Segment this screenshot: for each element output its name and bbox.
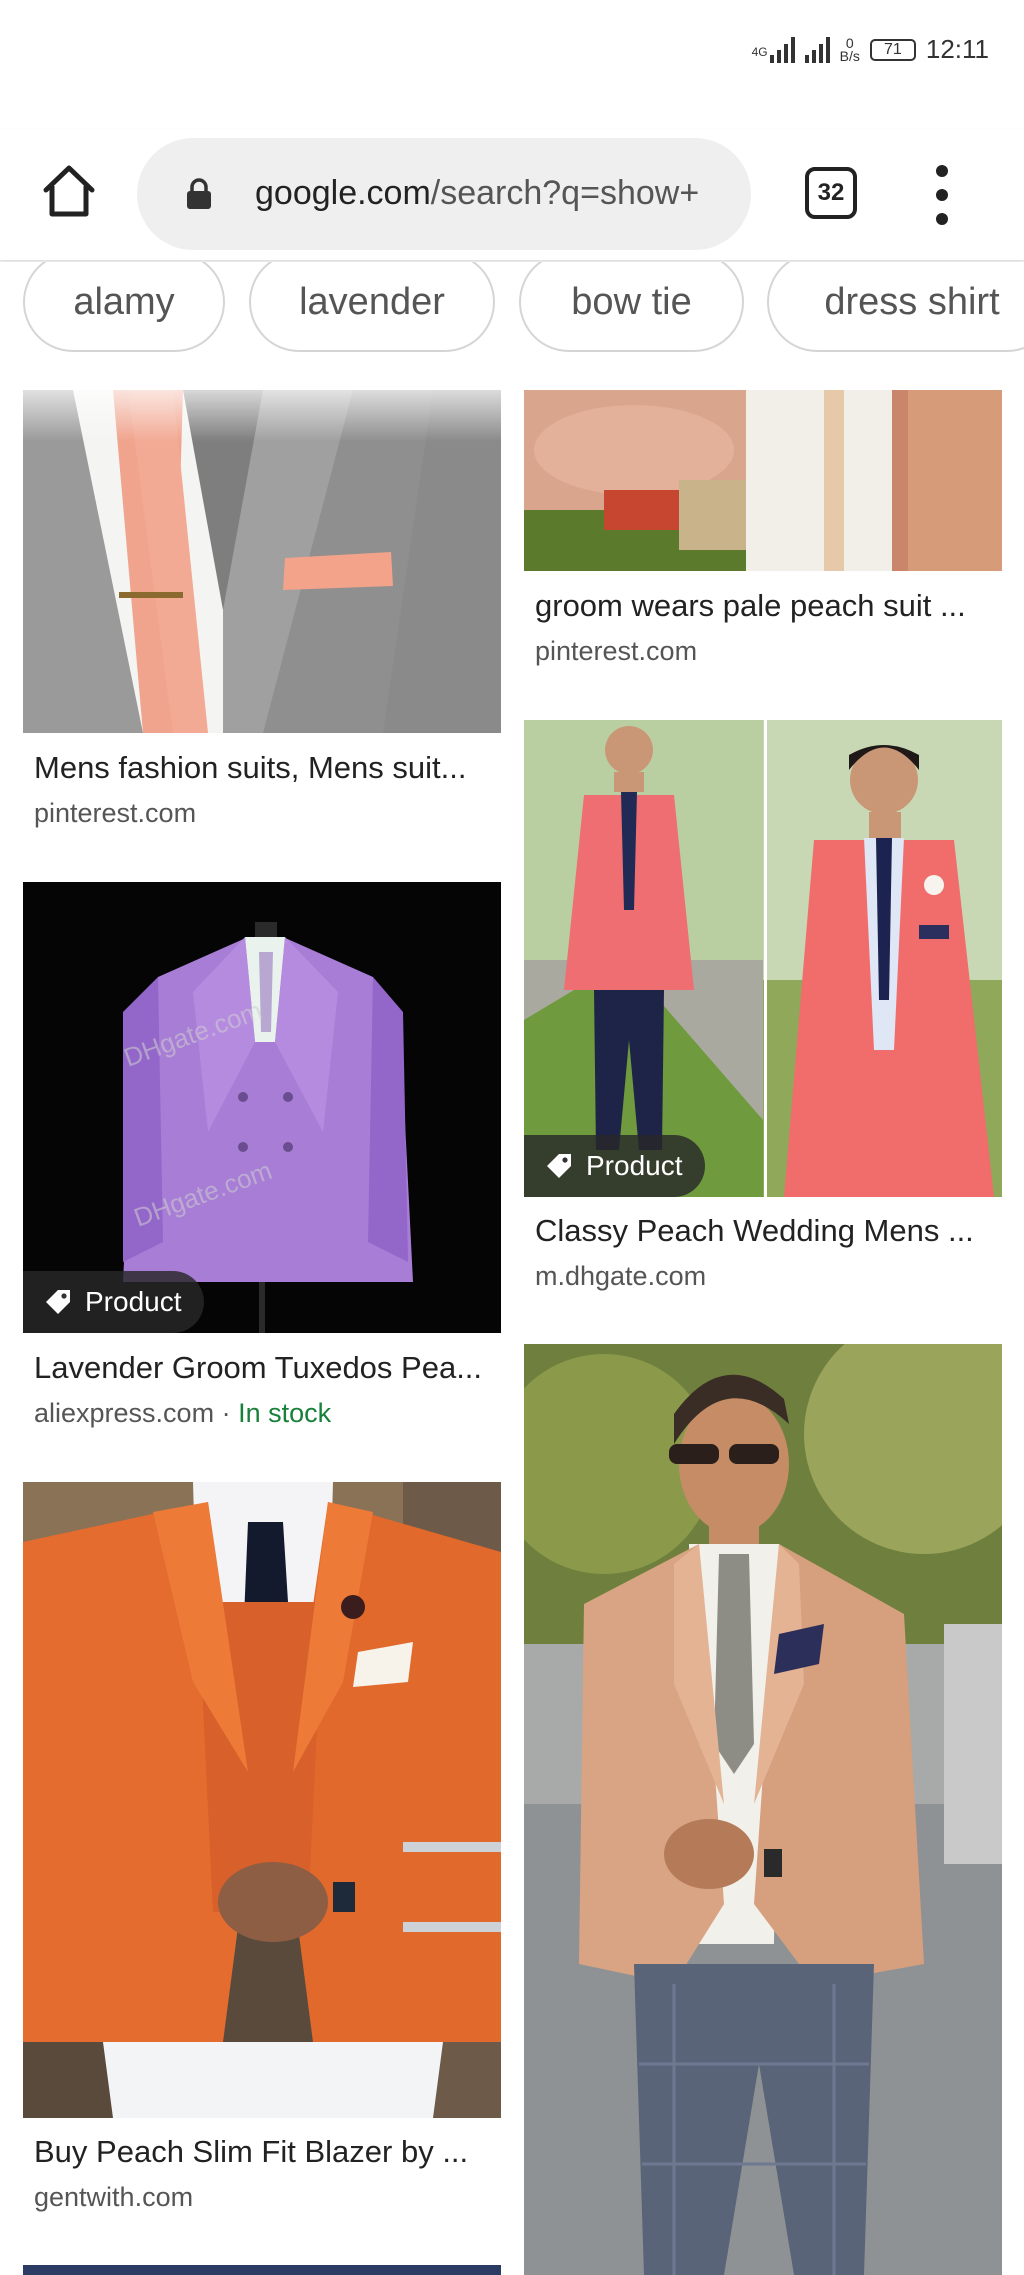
image-result-card[interactable] — [524, 1344, 1002, 2275]
url-text[interactable]: google.com/search?q=show+ — [255, 174, 735, 213]
result-image[interactable] — [23, 390, 501, 733]
network-speed: 0 B/s — [839, 34, 860, 64]
image-result-card[interactable]: groom wears pale peach suit ... pinteres… — [524, 390, 1002, 690]
network-type: 4G — [751, 44, 768, 59]
tab-switcher-button[interactable]: 32 — [805, 167, 857, 219]
result-title[interactable]: Buy Peach Slim Fit Blazer by ... — [34, 2134, 494, 2170]
result-source: pinterest.com — [34, 798, 197, 828]
image-result-card[interactable]: Mens fashion suits, Mens suit... pintere… — [23, 390, 501, 840]
result-image[interactable] — [23, 1482, 501, 2118]
result-title[interactable]: Lavender Groom Tuxedos Pea... — [34, 1350, 494, 1386]
result-source: aliexpress.com · In stock — [34, 1398, 332, 1428]
clock: 12:11 — [925, 34, 989, 64]
image-result-card[interactable]: Buy Peach Slim Fit Blazer by ... gentwit… — [23, 1482, 501, 2222]
chip-dress-shirt[interactable]: dress shirt — [767, 262, 1024, 352]
chip-lavender[interactable]: lavender — [249, 262, 495, 352]
status-bar: 4G 0 B/s 71 12:11 — [0, 0, 1024, 120]
result-title[interactable]: groom wears pale peach suit ... — [535, 588, 995, 624]
battery-icon: 71 — [869, 38, 916, 61]
result-image[interactable]: Product — [524, 720, 1002, 1197]
related-search-chips: alamy lavender bow tie dress shirt — [0, 262, 1024, 370]
image-result-card[interactable]: Product Classy Peach Wedding Mens ... m.… — [524, 720, 1002, 1300]
image-result-card[interactable]: DHgate.com DHgate.com Product Lavender G… — [23, 882, 501, 1442]
product-badge: Product — [524, 1135, 705, 1197]
home-icon — [43, 165, 95, 217]
product-badge: Product — [23, 1271, 204, 1333]
signal-icon — [769, 36, 795, 63]
signal-icon-2 — [804, 36, 830, 63]
chip-bow-tie[interactable]: bow tie — [519, 262, 744, 352]
home-button[interactable] — [40, 162, 98, 220]
result-source: gentwith.com — [34, 2182, 194, 2212]
price-tag-icon — [46, 1290, 70, 1314]
result-image[interactable] — [524, 390, 1002, 571]
price-tag-icon — [547, 1154, 571, 1178]
result-title[interactable]: Classy Peach Wedding Mens ... — [535, 1213, 995, 1249]
result-title[interactable]: Mens fashion suits, Mens suit... — [34, 750, 494, 786]
result-source: pinterest.com — [535, 636, 698, 666]
image-result-card[interactable] — [23, 2265, 501, 2275]
result-source: m.dhgate.com — [535, 1261, 707, 1291]
result-image[interactable]: DHgate.com DHgate.com Product — [23, 882, 501, 1333]
result-image[interactable] — [23, 2265, 501, 2275]
chip-alamy[interactable]: alamy — [23, 262, 225, 352]
more-options-button[interactable] — [930, 165, 954, 225]
lock-icon — [187, 178, 211, 209]
result-image[interactable] — [524, 1344, 1002, 2275]
browser-toolbar: google.com/search?q=show+ 32 — [0, 130, 1024, 261]
tab-count: 32 — [817, 179, 845, 206]
stock-status: In stock — [238, 1398, 332, 1428]
address-bar[interactable]: google.com/search?q=show+ — [137, 138, 751, 250]
